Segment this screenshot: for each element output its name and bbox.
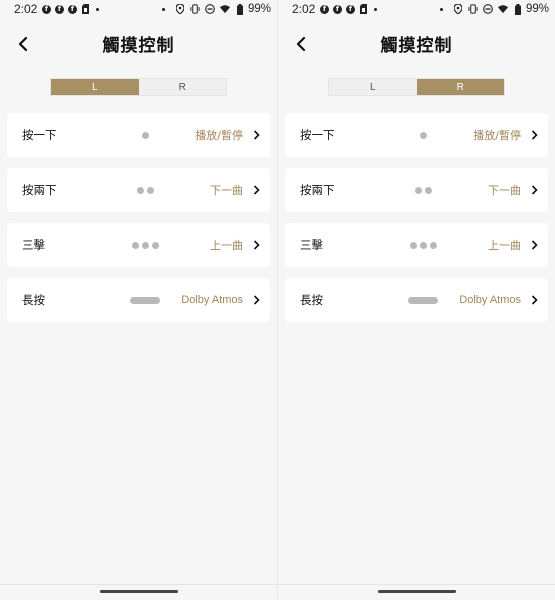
segment-left-button[interactable]: L: [51, 79, 139, 95]
facebook-icon: f: [319, 4, 329, 14]
row-value: 上一曲: [488, 239, 521, 252]
single-tap-icon: [123, 131, 167, 139]
facebook-icon: f: [54, 4, 64, 14]
row-label: 按一下: [300, 128, 335, 142]
facebook-icon: f: [67, 4, 77, 14]
row-label: 三擊: [22, 238, 45, 252]
header: 觸摸控制: [0, 26, 277, 60]
chevron-right-icon: [253, 130, 261, 140]
gesture-row-double-tap[interactable]: 按兩下 下一曲: [7, 168, 270, 212]
status-bar: 2:02 f f f 99%: [278, 0, 555, 18]
sim-icon: [80, 4, 90, 14]
long-press-icon: [123, 296, 167, 304]
vibrate-icon: [190, 4, 200, 14]
row-value: 下一曲: [210, 184, 243, 197]
row-label: 長按: [22, 293, 45, 307]
gesture-row-single-tap[interactable]: 按一下 播放/暫停: [7, 113, 270, 157]
chevron-right-icon: [253, 295, 261, 305]
chevron-right-icon: [531, 130, 539, 140]
battery-percent: 99%: [525, 3, 549, 15]
chevron-right-icon: [531, 295, 539, 305]
header: 觸摸控制: [278, 26, 555, 60]
battery-icon: [513, 3, 523, 15]
segment-right-button[interactable]: R: [138, 79, 226, 95]
triple-tap-icon: [401, 241, 445, 249]
single-tap-icon: [401, 131, 445, 139]
row-label: 按兩下: [22, 183, 57, 197]
location-icon: [453, 4, 463, 14]
row-label: 三擊: [300, 238, 323, 252]
gesture-row-long-press[interactable]: 長按 Dolby Atmos: [285, 278, 548, 322]
location-icon: [175, 4, 185, 14]
back-arrow-icon: [296, 36, 306, 52]
notification-dot-icon: [374, 7, 378, 11]
back-button[interactable]: [10, 31, 36, 57]
facebook-icon: f: [345, 4, 355, 14]
home-gesture-bar[interactable]: [377, 590, 456, 593]
double-tap-icon: [401, 186, 445, 194]
row-value: Dolby Atmos: [459, 294, 521, 306]
gesture-list: 按一下 播放/暫停 按兩下 下一曲 三擊 上一曲 長按 Dolby Atmos: [7, 113, 270, 333]
battery-percent: 99%: [247, 3, 271, 15]
row-value: Dolby Atmos: [181, 294, 243, 306]
row-value: 播放/暫停: [473, 129, 521, 142]
gesture-list: 按一下 播放/暫停 按兩下 下一曲 三擊 上一曲 長按 Dolby Atmos: [285, 113, 548, 333]
back-arrow-icon: [18, 36, 28, 52]
home-gesture-bar[interactable]: [99, 590, 178, 593]
row-value: 上一曲: [210, 239, 243, 252]
notification-dot-icon: [161, 7, 165, 11]
sim-icon: [358, 4, 368, 14]
gesture-row-long-press[interactable]: 長按 Dolby Atmos: [7, 278, 270, 322]
row-label: 長按: [300, 293, 323, 307]
earbud-selector: L R: [50, 78, 227, 96]
dnd-icon: [205, 4, 215, 14]
screen-right: 2:02 f f f 99% 觸摸控制 L R 按一下 播放/暫停 按兩下 下一…: [278, 0, 555, 600]
facebook-icon: f: [41, 4, 51, 14]
nav-bar-divider: [278, 584, 555, 585]
gesture-row-triple-tap[interactable]: 三擊 上一曲: [7, 223, 270, 267]
gesture-row-single-tap[interactable]: 按一下 播放/暫停: [285, 113, 548, 157]
status-bar: 2:02 f f f 99%: [0, 0, 277, 18]
wifi-icon: [219, 4, 230, 14]
segment-right-button[interactable]: R: [416, 79, 504, 95]
row-label: 按一下: [22, 128, 57, 142]
double-tap-icon: [123, 186, 167, 194]
chevron-right-icon: [531, 185, 539, 195]
wifi-icon: [497, 4, 508, 14]
chevron-right-icon: [253, 240, 261, 250]
facebook-icon: f: [332, 4, 342, 14]
notification-dot-icon: [96, 7, 100, 11]
vibrate-icon: [468, 4, 478, 14]
status-time: 2:02: [14, 2, 38, 16]
row-label: 按兩下: [300, 183, 335, 197]
status-time: 2:02: [292, 2, 316, 16]
screen-left: 2:02 f f f 99% 觸摸控制 L R 按一下 播放/暫停 按兩下 下一…: [0, 0, 277, 600]
gesture-row-triple-tap[interactable]: 三擊 上一曲: [285, 223, 548, 267]
row-value: 播放/暫停: [195, 129, 243, 142]
dnd-icon: [483, 4, 493, 14]
triple-tap-icon: [123, 241, 167, 249]
earbud-selector: L R: [328, 78, 505, 96]
long-press-icon: [401, 296, 445, 304]
back-button[interactable]: [288, 31, 314, 57]
page-title: 觸摸控制: [102, 35, 175, 56]
notification-dot-icon: [439, 7, 443, 11]
segment-left-button[interactable]: L: [329, 79, 417, 95]
page-title: 觸摸控制: [380, 35, 453, 56]
gesture-row-double-tap[interactable]: 按兩下 下一曲: [285, 168, 548, 212]
nav-bar-divider: [0, 584, 277, 585]
chevron-right-icon: [253, 185, 261, 195]
battery-icon: [235, 3, 245, 15]
chevron-right-icon: [531, 240, 539, 250]
row-value: 下一曲: [488, 184, 521, 197]
